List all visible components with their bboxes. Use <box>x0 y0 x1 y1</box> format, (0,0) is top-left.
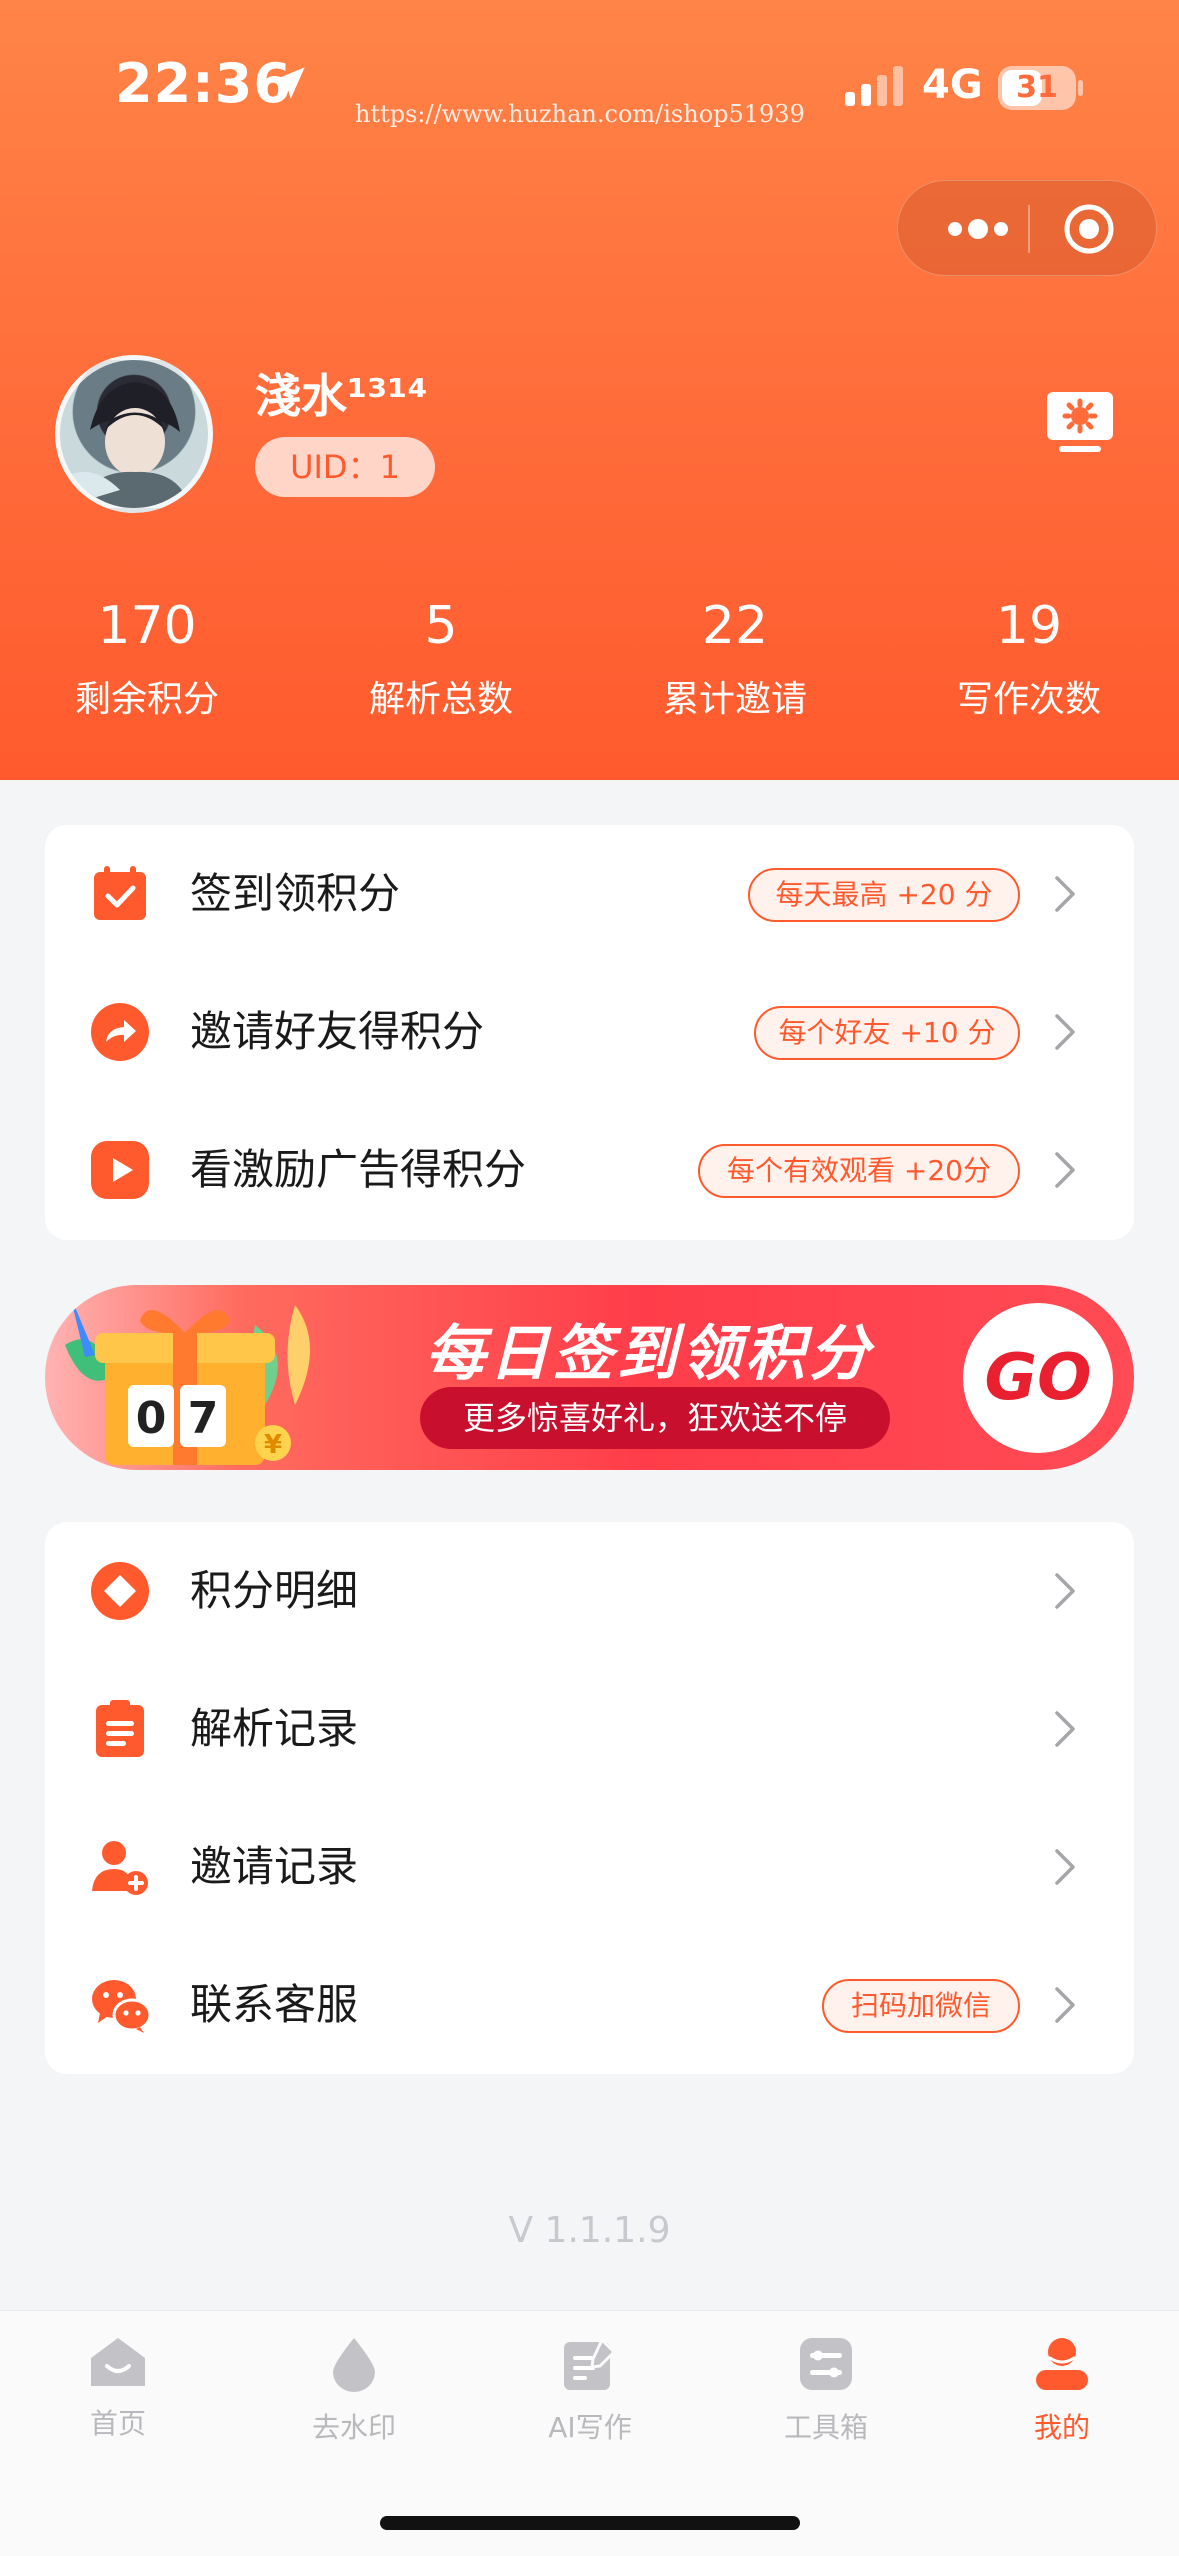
water-drop-icon <box>236 2336 472 2396</box>
menu-label: 联系客服 <box>190 1980 359 2029</box>
play-icon <box>90 1140 150 1200</box>
edit-note-icon <box>472 2336 708 2396</box>
gift-box-icon: 0 7 ¥ <box>55 1285 385 1470</box>
banner-title: 每日签到领积分 <box>425 1319 873 1389</box>
task-reward-badge: 每个有效观看 +20分 <box>698 1144 1020 1198</box>
chevron-right-icon <box>1053 1709 1077 1753</box>
task-invite[interactable]: 邀请好友得积分 每个好友 +10 分 <box>45 963 1134 1101</box>
banner-subtitle: 更多惊喜好礼，狂欢送不停 <box>420 1387 890 1449</box>
chevron-right-icon <box>1053 1571 1077 1615</box>
menu-label: 积分明细 <box>190 1566 359 1615</box>
chevron-right-icon <box>1053 1985 1077 2029</box>
uid-badge: UID：1 <box>255 437 435 497</box>
task-reward-badge: 每个好友 +10 分 <box>754 1006 1020 1060</box>
task-signin[interactable]: 签到领积分 每天最高 +20 分 <box>45 825 1134 963</box>
wechat-icon <box>90 1975 152 2035</box>
task-label: 邀请好友得积分 <box>190 1007 485 1056</box>
stat-label: 写作次数 <box>956 679 1101 720</box>
tab-toolbox[interactable]: 工具箱 <box>708 2336 944 2446</box>
settings-icon[interactable] <box>1045 390 1115 460</box>
calendar-check-icon <box>90 864 150 924</box>
signal-icon <box>845 66 907 110</box>
stat-writing[interactable]: 19 写作次数 <box>882 590 1176 722</box>
tab-mine[interactable]: 我的 <box>944 2336 1179 2446</box>
share-arrow-icon <box>90 1002 150 1062</box>
avatar[interactable] <box>55 355 213 513</box>
banner-coin-symbol: ¥ <box>264 1430 282 1460</box>
home-icon <box>0 2336 236 2392</box>
user-name: 淺水¹³¹⁴ <box>255 369 428 423</box>
battery-level: 31 <box>1016 70 1058 105</box>
tab-home[interactable]: 首页 <box>0 2336 236 2442</box>
more-icon[interactable] <box>933 211 1023 247</box>
menu-label: 邀请记录 <box>190 1842 359 1891</box>
tab-label: 首页 <box>89 2407 146 2440</box>
task-label: 看激励广告得积分 <box>190 1145 527 1194</box>
task-label: 签到领积分 <box>190 869 401 918</box>
tab-remove-watermark[interactable]: 去水印 <box>236 2336 472 2446</box>
profile-header: 22:36 https://www.huzhan.com/ishop51939 … <box>0 0 1179 780</box>
clipboard-list-icon <box>90 1699 150 1759</box>
close-miniapp-icon[interactable] <box>1063 203 1115 259</box>
menu-item-points-detail[interactable]: 积分明细 <box>45 1522 1134 1660</box>
banner-counter-digit: 0 <box>136 1393 167 1444</box>
wechat-scan-badge: 扫码加微信 <box>822 1979 1020 2033</box>
tab-label: 工具箱 <box>783 2411 868 2444</box>
stats-row: 170 剩余积分 5 解析总数 22 累计邀请 19 写作次数 <box>0 590 1179 740</box>
status-time: 22:36 <box>115 52 292 115</box>
battery-icon: 31 <box>998 66 1076 110</box>
watermark-text: https://www.huzhan.com/ishop51939 <box>355 100 805 128</box>
menu-item-parse-records[interactable]: 解析记录 <box>45 1660 1134 1798</box>
user-icon <box>944 2336 1179 2396</box>
app-version: V 1.1.1.9 <box>508 2210 671 2251</box>
toolbox-icon <box>708 2336 944 2396</box>
chevron-right-icon <box>1053 1847 1077 1891</box>
menu-card: 积分明细 解析记录 邀请记录 联系客服 扫码加微信 <box>45 1522 1134 2074</box>
stat-parses[interactable]: 5 解析总数 <box>294 590 588 722</box>
stat-value: 5 <box>424 596 458 656</box>
miniapp-capsule <box>897 180 1157 276</box>
user-add-icon <box>90 1837 150 1897</box>
stat-label: 累计邀请 <box>662 679 807 720</box>
menu-item-customer-service[interactable]: 联系客服 扫码加微信 <box>45 1936 1134 2074</box>
stat-points[interactable]: 170 剩余积分 <box>0 590 294 722</box>
stat-value: 170 <box>97 596 197 656</box>
chevron-right-icon <box>1053 1012 1077 1056</box>
daily-signin-banner[interactable]: 0 7 ¥ 每日签到领积分 更多惊喜好礼，狂欢送不停 GO <box>45 1285 1134 1470</box>
tab-label: 去水印 <box>311 2411 396 2444</box>
banner-counter-digit: 7 <box>188 1393 219 1444</box>
menu-item-invite-records[interactable]: 邀请记录 <box>45 1798 1134 1936</box>
go-button[interactable]: GO <box>963 1303 1113 1453</box>
location-arrow-icon <box>268 62 310 108</box>
chevron-right-icon <box>1053 1150 1077 1194</box>
network-type: 4G <box>922 62 983 108</box>
tab-ai-writing[interactable]: AI写作 <box>472 2336 708 2446</box>
chevron-right-icon <box>1053 874 1077 918</box>
stat-label: 剩余积分 <box>74 679 219 720</box>
menu-label: 解析记录 <box>190 1704 359 1753</box>
tasks-card: 签到领积分 每天最高 +20 分 邀请好友得积分 每个好友 +10 分 看激励广… <box>45 825 1134 1240</box>
tab-label: 我的 <box>1033 2411 1090 2444</box>
stat-label: 解析总数 <box>368 679 513 720</box>
task-watch-ad[interactable]: 看激励广告得积分 每个有效观看 +20分 <box>45 1101 1134 1239</box>
task-reward-badge: 每天最高 +20 分 <box>748 868 1020 922</box>
points-diamond-icon <box>90 1561 150 1621</box>
stat-value: 22 <box>701 596 769 656</box>
stat-invites[interactable]: 22 累计邀请 <box>588 590 882 722</box>
status-bar: 22:36 https://www.huzhan.com/ishop51939 … <box>0 0 1179 170</box>
tab-label: AI写作 <box>548 2411 632 2444</box>
home-indicator <box>380 2516 800 2530</box>
battery-cap <box>1078 80 1083 96</box>
stat-value: 19 <box>995 596 1063 656</box>
